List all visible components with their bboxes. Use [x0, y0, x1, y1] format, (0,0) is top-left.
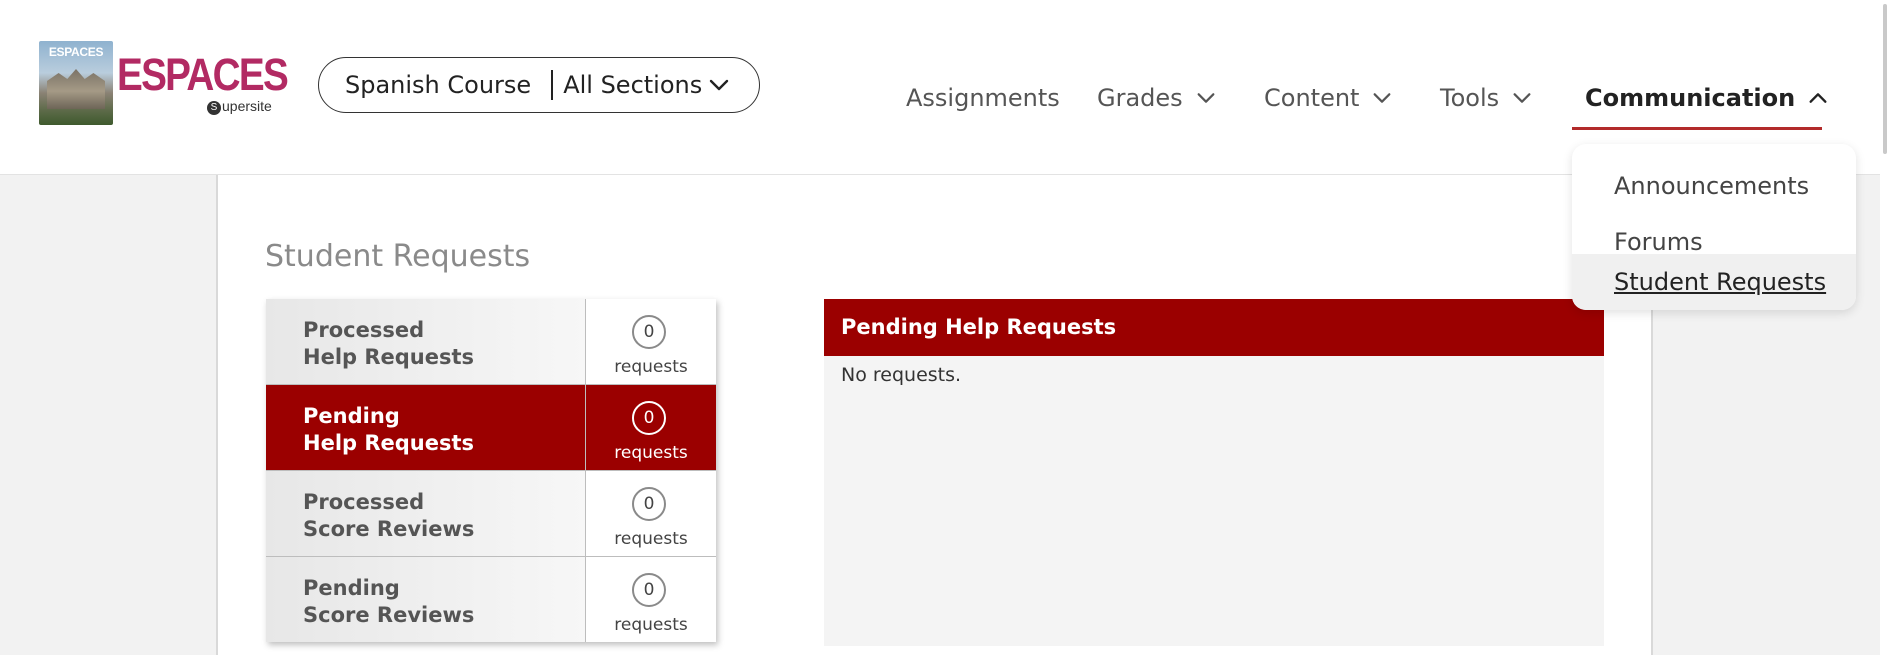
scrollbar-thumb[interactable]	[1883, 4, 1887, 154]
request-count-cell: 0 requests	[586, 299, 716, 384]
nav-active-underline	[1572, 127, 1822, 130]
nav-communication-label: Communication	[1585, 84, 1796, 112]
nav-assignments-label: Assignments	[906, 84, 1060, 112]
book-cover-logo[interactable]: ESPACES	[39, 41, 113, 125]
request-detail-panel: Pending Help Requests No requests.	[824, 299, 1604, 646]
request-count-unit: requests	[614, 357, 688, 377]
nav-grades-label: Grades	[1097, 84, 1183, 112]
chevron-down-icon	[709, 79, 729, 91]
request-label-line2: Score Reviews	[303, 603, 475, 627]
request-label: Processed Help Requests	[266, 299, 586, 384]
menu-item-announcements[interactable]: Announcements	[1572, 158, 1856, 214]
supersite-label: upersite	[222, 98, 272, 114]
request-count-badge: 0	[632, 401, 666, 435]
request-count-unit: requests	[614, 529, 688, 549]
supersite-logo: Supersite	[207, 98, 272, 115]
request-label-line1: Processed	[303, 318, 425, 342]
nav-content[interactable]: Content	[1264, 84, 1393, 112]
request-count-badge: 0	[632, 573, 666, 607]
menu-item-student-requests[interactable]: Student Requests	[1572, 254, 1856, 310]
detail-panel-header: Pending Help Requests	[824, 299, 1604, 356]
section-name: All Sections	[563, 71, 703, 99]
request-label: Pending Help Requests	[266, 385, 586, 470]
request-label-line1: Pending	[303, 576, 400, 600]
nav-communication[interactable]: Communication	[1585, 84, 1829, 112]
page-margin-left	[0, 175, 216, 655]
processed-score-reviews-item[interactable]: Processed Score Reviews 0 requests	[266, 471, 716, 557]
request-count-cell: 0 requests	[586, 385, 716, 470]
course-name: Spanish Course	[345, 71, 532, 99]
pending-score-reviews-item[interactable]: Pending Score Reviews 0 requests	[266, 557, 716, 642]
request-label-line1: Pending	[303, 404, 400, 428]
course-separator	[551, 70, 554, 100]
building-image	[47, 69, 105, 109]
chevron-down-icon	[1197, 93, 1215, 103]
communication-dropdown-menu: Announcements Forums Student Requests	[1572, 144, 1856, 310]
request-count-cell: 0 requests	[586, 557, 716, 642]
request-count-badge: 0	[632, 315, 666, 349]
request-label: Pending Score Reviews	[266, 557, 586, 642]
request-count-badge: 0	[632, 487, 666, 521]
request-label-line2: Help Requests	[303, 431, 475, 455]
processed-help-requests-item[interactable]: Processed Help Requests 0 requests	[266, 299, 716, 385]
request-count-unit: requests	[614, 443, 688, 463]
request-label-line1: Processed	[303, 490, 425, 514]
supersite-s-icon: S	[207, 101, 221, 115]
page-title: Student Requests	[265, 239, 531, 274]
request-label-line2: Help Requests	[303, 345, 475, 369]
nav-assignments[interactable]: Assignments	[906, 84, 1060, 112]
brand-wordmark[interactable]: ESPACES	[117, 52, 289, 97]
nav-tools-label: Tools	[1440, 84, 1500, 112]
nav-grades[interactable]: Grades	[1097, 84, 1217, 112]
request-count-cell: 0 requests	[586, 471, 716, 556]
request-label: Processed Score Reviews	[266, 471, 586, 556]
chevron-up-icon	[1809, 93, 1827, 103]
course-section-select[interactable]: Spanish Course All Sections	[318, 57, 760, 113]
request-label-line2: Score Reviews	[303, 517, 475, 541]
nav-tools[interactable]: Tools	[1440, 84, 1533, 112]
chevron-down-icon	[1374, 93, 1391, 103]
book-cover-title: ESPACES	[48, 45, 104, 59]
request-category-list: Processed Help Requests 0 requests Pendi…	[266, 299, 716, 642]
detail-empty-message: No requests.	[841, 364, 962, 386]
chevron-down-icon	[1513, 93, 1531, 103]
request-count-unit: requests	[614, 615, 688, 635]
pending-help-requests-item[interactable]: Pending Help Requests 0 requests	[266, 385, 716, 471]
nav-content-label: Content	[1264, 84, 1360, 112]
